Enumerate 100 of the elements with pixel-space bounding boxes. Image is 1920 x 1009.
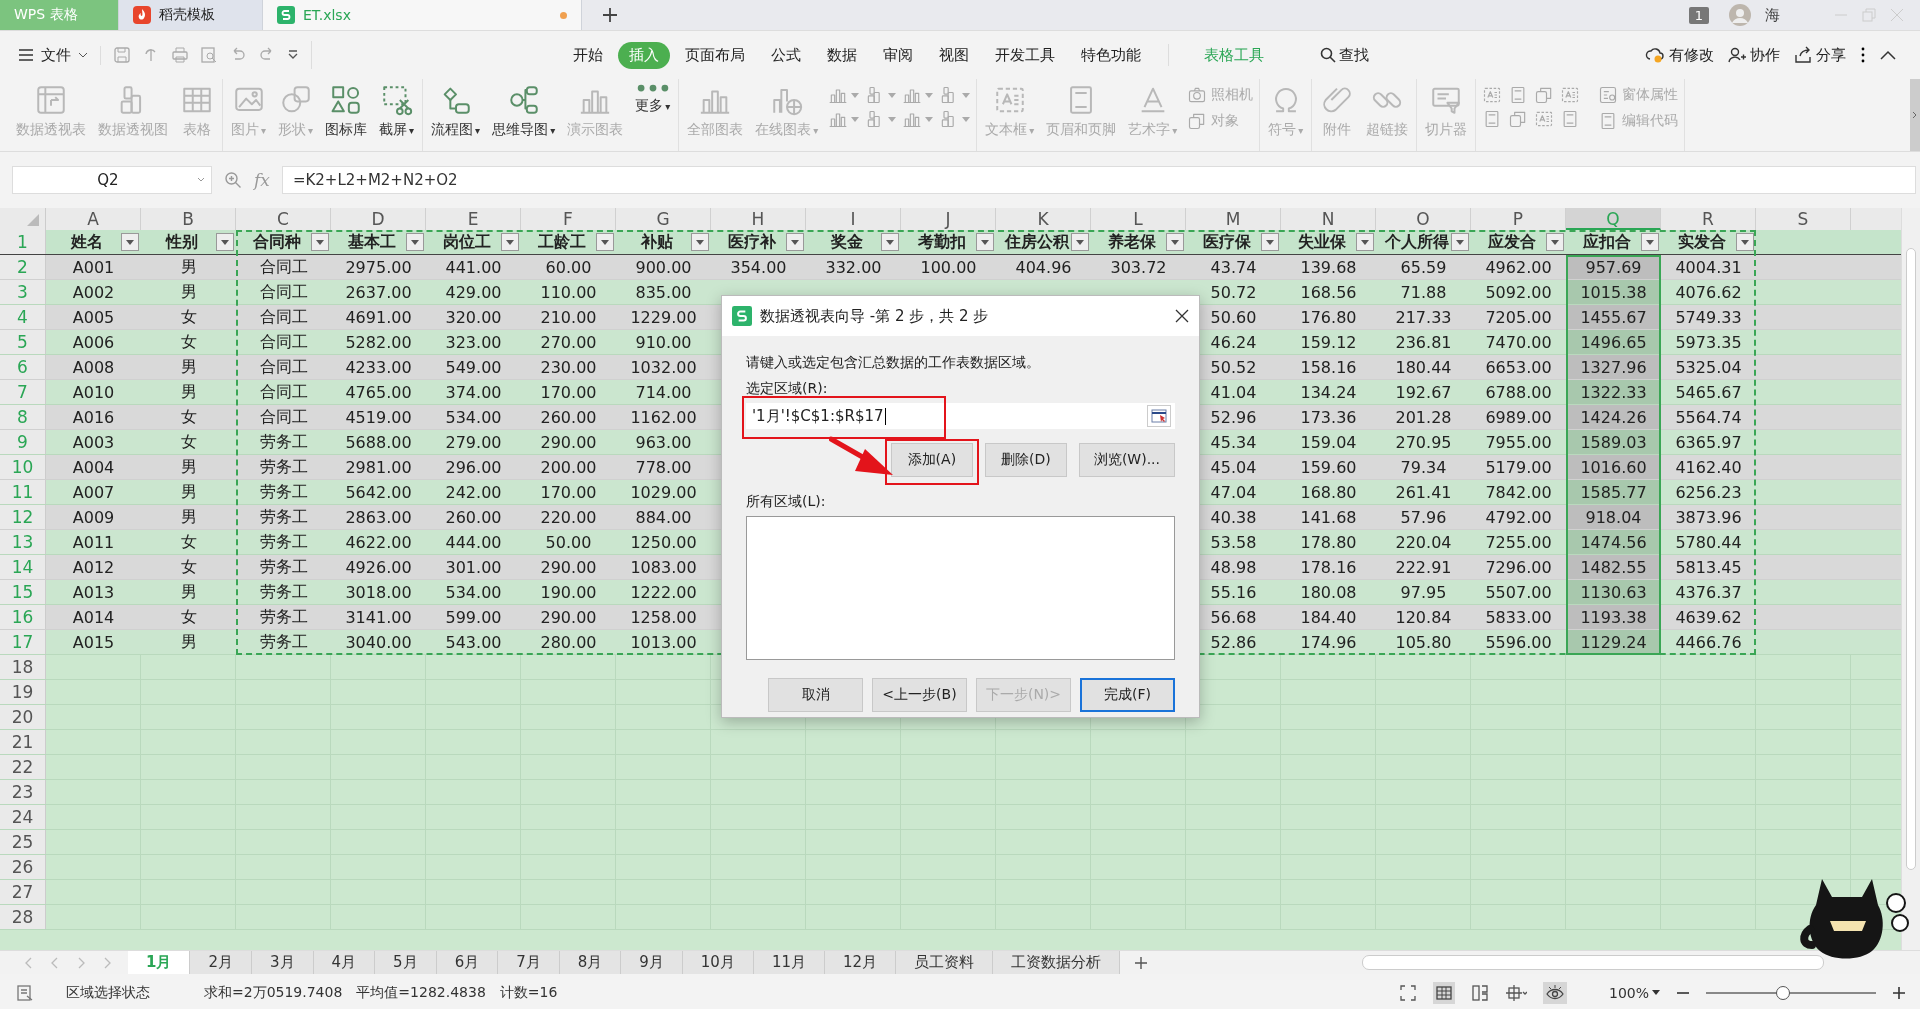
chevron-left-icon[interactable] bbox=[50, 956, 60, 969]
filter-button[interactable] bbox=[1736, 233, 1754, 251]
chevron-left-icon[interactable] bbox=[24, 956, 34, 969]
toolbar-action[interactable]: 协作 bbox=[1728, 45, 1780, 65]
row-header[interactable]: 24 bbox=[0, 805, 46, 829]
row-header[interactable]: 21 bbox=[0, 730, 46, 754]
filter-button[interactable] bbox=[1071, 233, 1089, 251]
ribbon-button[interactable]: 流程图▾ bbox=[429, 81, 483, 141]
avatar-icon[interactable] bbox=[1729, 4, 1751, 26]
close-icon[interactable] bbox=[1175, 309, 1189, 323]
sheet-tab[interactable]: 12月 bbox=[825, 951, 897, 974]
menu-tab[interactable]: 开始 bbox=[562, 41, 614, 69]
sheet-tab[interactable]: 11月 bbox=[753, 951, 825, 974]
dialog-button[interactable]: <上一步(B) bbox=[872, 678, 967, 712]
sheet-tab[interactable]: 1月 bbox=[128, 951, 191, 974]
filter-button[interactable] bbox=[1546, 233, 1564, 251]
sheet-tab[interactable]: 3月 bbox=[252, 951, 314, 974]
ribbon-button[interactable]: 截屏▾ bbox=[377, 81, 417, 141]
filter-button[interactable] bbox=[501, 233, 519, 251]
filter-button[interactable] bbox=[1356, 233, 1374, 251]
more-vertical-icon[interactable] bbox=[1860, 47, 1866, 63]
save-icon[interactable] bbox=[113, 46, 131, 64]
dialog-button[interactable]: 浏览(W)... bbox=[1078, 443, 1175, 477]
form-control-button[interactable] bbox=[1482, 85, 1503, 105]
horizontal-scrollbar[interactable] bbox=[1362, 955, 1825, 970]
zoom-icon[interactable] bbox=[224, 171, 242, 189]
ribbon-button[interactable]: 思维导图▾ bbox=[490, 81, 558, 141]
zoom-in-icon[interactable] bbox=[1892, 985, 1906, 1000]
filter-button[interactable] bbox=[596, 233, 614, 251]
form-control-button[interactable] bbox=[1534, 109, 1555, 129]
chart-type-button[interactable] bbox=[939, 109, 971, 129]
row-header[interactable]: 20 bbox=[0, 705, 46, 729]
chevron-right-icon[interactable] bbox=[76, 956, 86, 969]
chevron-right-icon[interactable] bbox=[102, 956, 112, 969]
filter-button[interactable] bbox=[311, 233, 329, 251]
filter-button[interactable] bbox=[1451, 233, 1469, 251]
sheet-tab[interactable]: 7月 bbox=[498, 951, 560, 974]
add-sheet-icon[interactable] bbox=[1134, 955, 1149, 970]
name-box[interactable]: Q2 bbox=[12, 166, 212, 194]
filter-button[interactable] bbox=[1166, 233, 1184, 251]
row-header[interactable]: 22 bbox=[0, 755, 46, 779]
row-header[interactable]: 19 bbox=[0, 680, 46, 704]
row-header[interactable]: 27 bbox=[0, 880, 46, 904]
sheet-tab[interactable]: 9月 bbox=[621, 951, 683, 974]
eye-protection-button[interactable] bbox=[1542, 981, 1567, 1004]
crosshair-icon[interactable] bbox=[1504, 983, 1527, 1002]
page-break-icon[interactable] bbox=[1470, 983, 1489, 1002]
row-header[interactable]: 28 bbox=[0, 905, 46, 929]
menu-tab[interactable]: 视图 bbox=[928, 41, 980, 69]
print-preview-icon[interactable] bbox=[200, 46, 218, 64]
row-header[interactable]: 26 bbox=[0, 855, 46, 879]
filter-button[interactable] bbox=[1261, 233, 1279, 251]
ribbon-button[interactable]: 图标库 bbox=[323, 81, 370, 141]
ribbon-button[interactable]: 更多▾ bbox=[633, 81, 673, 118]
dialog-button[interactable]: 完成(F) bbox=[1080, 678, 1175, 712]
filter-button[interactable] bbox=[406, 233, 424, 251]
sheet-tab[interactable]: 员工资料 bbox=[896, 951, 994, 974]
formula-field[interactable]: =K2+L2+M2+N2+O2 bbox=[281, 166, 1916, 194]
filter-button[interactable] bbox=[786, 233, 804, 251]
toolbar-action[interactable]: 有修改 bbox=[1645, 45, 1714, 65]
chart-type-button[interactable] bbox=[865, 85, 897, 105]
slider-thumb[interactable] bbox=[1775, 985, 1790, 1000]
filter-button[interactable] bbox=[881, 233, 899, 251]
sheet-tab[interactable]: 2月 bbox=[190, 951, 252, 974]
count-badge[interactable]: 1 bbox=[1688, 6, 1709, 24]
filter-button[interactable] bbox=[976, 233, 994, 251]
file-menu-button[interactable]: 文件 bbox=[18, 45, 101, 65]
document-icon[interactable] bbox=[16, 983, 34, 1002]
chart-type-button[interactable] bbox=[865, 109, 897, 129]
collapse-icon[interactable] bbox=[1880, 50, 1896, 60]
dialog-button[interactable]: 删除(D) bbox=[984, 443, 1067, 477]
menu-tab[interactable]: 数据 bbox=[816, 41, 868, 69]
document-tab[interactable]: 稻壳模板 bbox=[119, 0, 263, 30]
row-header[interactable]: 23 bbox=[0, 780, 46, 804]
sheet-tab[interactable]: 工资数据分析 bbox=[993, 951, 1121, 974]
sheet-tab[interactable]: 4月 bbox=[313, 951, 376, 974]
menu-tab[interactable]: 页面布局 bbox=[674, 41, 756, 69]
dialog-button[interactable]: 取消 bbox=[768, 678, 863, 712]
row-header[interactable]: 25 bbox=[0, 830, 46, 854]
filter-button[interactable] bbox=[1641, 233, 1659, 251]
sheet-tab[interactable]: 5月 bbox=[375, 951, 437, 974]
chart-type-button[interactable] bbox=[939, 85, 971, 105]
normal-view-button[interactable] bbox=[1432, 981, 1455, 1004]
new-tab-icon[interactable] bbox=[602, 7, 618, 23]
toolbar-action[interactable]: 分享 bbox=[1794, 45, 1846, 65]
sheet-tab[interactable]: 6月 bbox=[436, 951, 499, 974]
range-picker-button[interactable] bbox=[1147, 405, 1171, 427]
row-header[interactable]: 18 bbox=[0, 655, 46, 679]
filter-button[interactable] bbox=[216, 233, 234, 251]
form-control-button[interactable] bbox=[1560, 85, 1581, 105]
search-button[interactable]: 查找 bbox=[1309, 41, 1380, 69]
menu-tab[interactable]: 公式 bbox=[760, 41, 812, 69]
print-icon[interactable] bbox=[171, 46, 189, 64]
filter-button[interactable] bbox=[691, 233, 709, 251]
sheet-tab[interactable]: 10月 bbox=[682, 951, 754, 974]
zoom-level[interactable]: 100% bbox=[1608, 984, 1660, 1001]
customize-icon[interactable] bbox=[287, 49, 299, 61]
menu-tab[interactable]: 开发工具 bbox=[984, 41, 1066, 69]
sheet-tab[interactable]: 8月 bbox=[559, 951, 622, 974]
dialog-button[interactable]: 添加(A) bbox=[890, 443, 973, 477]
